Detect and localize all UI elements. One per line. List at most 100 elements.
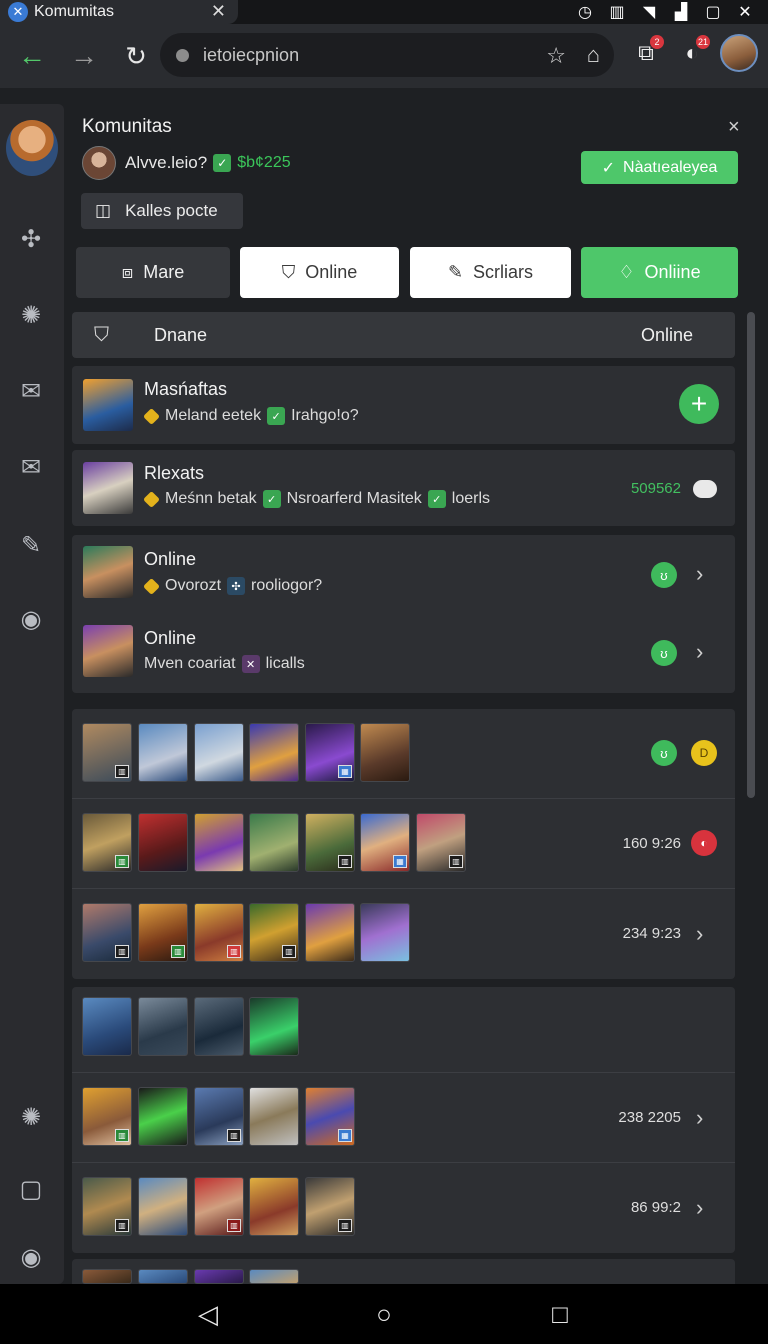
gallery-row[interactable]: ▥ ▥ ▥ 86 99:2 › (72, 1163, 735, 1253)
game-thumbnail[interactable] (249, 997, 299, 1056)
gallery-row[interactable]: ▥ ▥ ▦ 238 2205 › (72, 1073, 735, 1163)
user-info: Alvve.leio? ✓ $b¢225 (82, 146, 291, 180)
game-thumbnail[interactable] (194, 1269, 244, 1284)
game-thumbnail[interactable]: ▦ (360, 813, 410, 872)
profile-avatar[interactable] (720, 34, 758, 72)
tab-onliine[interactable]: ♢ Onliine (581, 247, 738, 298)
game-thumbnail[interactable] (194, 813, 244, 872)
close-icon[interactable]: ✕ (736, 2, 754, 22)
tag-icon: ▦ (338, 765, 352, 778)
back-arrow-icon[interactable]: ← (6, 30, 58, 82)
gallery-row[interactable] (72, 987, 735, 1073)
notifications-icon[interactable]: ◐ 21 (674, 35, 710, 71)
tag-icon[interactable]: ✎ (14, 528, 48, 562)
settings-icon[interactable]: ✺ (14, 1100, 48, 1134)
gear-icon[interactable]: ✺ (14, 298, 48, 332)
gallery-row[interactable]: ▥ ▦ ʊ D (72, 709, 735, 799)
game-thumbnail[interactable] (249, 1177, 299, 1236)
user-avatar[interactable] (82, 146, 116, 180)
friend-card[interactable]: Masńaftas Meland eetek ✓ Irahgo!o? + (72, 366, 735, 444)
tag-icon: ▥ (115, 1219, 129, 1232)
forward-arrow-icon[interactable]: → (58, 30, 110, 82)
tab-scrliars[interactable]: ✎ Scrliars (410, 247, 571, 298)
game-thumbnail[interactable]: ▥ (194, 1087, 244, 1146)
game-thumbnail[interactable] (360, 723, 410, 782)
column-status[interactable]: Online (641, 325, 693, 346)
browser-tab[interactable]: ✕ Komumitas ✕ (0, 0, 238, 24)
chevron-right-icon[interactable]: › (696, 1195, 703, 1221)
chevron-right-icon[interactable]: › (696, 1105, 703, 1131)
game-thumbnail[interactable]: ▥ (82, 723, 132, 782)
cta-button[interactable]: ✓ Nàatıealeyea (581, 151, 738, 184)
community-avatar[interactable] (6, 120, 58, 176)
game-thumbnail[interactable]: ▥ (194, 1177, 244, 1236)
site-info-icon[interactable] (176, 48, 189, 62)
game-thumbnail[interactable] (249, 1087, 299, 1146)
star-icon[interactable]: ☆ (546, 43, 566, 69)
panel-title: Komunitas (82, 116, 172, 137)
chevron-right-icon[interactable]: › (696, 921, 703, 947)
game-thumbnail[interactable] (194, 997, 244, 1056)
home-icon[interactable]: ⌂ (587, 42, 600, 68)
game-thumbnail[interactable]: ▥ (249, 903, 299, 962)
tab-online[interactable]: ⛉ Online (240, 247, 399, 298)
game-thumbnail[interactable] (360, 903, 410, 962)
game-thumbnail[interactable]: ▥ (82, 903, 132, 962)
game-thumbnail[interactable] (138, 997, 188, 1056)
kalles-pocte-button[interactable]: ◫ Kalles pocte (81, 193, 243, 229)
mail-open-icon[interactable]: ✉ (14, 374, 48, 408)
game-thumbnail[interactable] (249, 1269, 299, 1284)
clock-icon[interactable]: ◉ (14, 602, 48, 636)
reload-icon[interactable]: ↻ (110, 30, 162, 82)
game-thumbnail[interactable]: ▥ (194, 903, 244, 962)
column-name[interactable]: Dnane (154, 325, 207, 346)
tab-close-icon[interactable]: ✕ (211, 1, 226, 22)
add-friend-button[interactable]: + (679, 384, 719, 424)
square-icon[interactable]: ▢ (14, 1172, 48, 1206)
game-thumbnail[interactable]: ▥ (138, 903, 188, 962)
tab-mare[interactable]: ⧈ Mare (76, 247, 230, 298)
game-thumbnail[interactable] (82, 997, 132, 1056)
circle-icon[interactable]: ◉ (14, 1240, 48, 1274)
scrollbar[interactable] (747, 312, 755, 798)
game-thumbnail[interactable]: ▦ (305, 723, 355, 782)
nav-back-icon[interactable]: ◁ (188, 1294, 228, 1334)
user-icon: ⛉ (94, 323, 109, 346)
friend-card[interactable]: Rlexats Meśnn betak ✓ Nsroarferd Masitek… (72, 450, 735, 526)
game-thumbnail[interactable] (138, 1087, 188, 1146)
system-icons: ◷ ▥ ◥ ▟ ▢ ✕ (576, 2, 754, 22)
game-thumbnail[interactable] (82, 1269, 132, 1284)
nav-recents-icon[interactable]: □ (540, 1294, 580, 1334)
gallery-row[interactable]: ▥ ▥ ▥ ▥ 234 9:23 › (72, 889, 735, 979)
game-thumbnail[interactable] (138, 1177, 188, 1236)
game-thumbnail[interactable] (138, 813, 188, 872)
status-toggle[interactable] (693, 480, 717, 498)
pencil-icon: ✎ (447, 262, 464, 282)
game-thumbnail[interactable]: ▥ (416, 813, 466, 872)
address-bar[interactable]: ietoiecpnion ☆ ⌂ (160, 33, 614, 77)
tab-onliine-label: Onliine (644, 262, 701, 282)
puzzle-icon[interactable]: ✣ (14, 222, 48, 256)
online-tag: licalls (265, 655, 305, 672)
game-thumbnail[interactable] (194, 723, 244, 782)
online-name: Online (144, 549, 197, 569)
gallery-row[interactable]: ▥ ▥ ▦ ▥ 160 9:26 ◐ (72, 799, 735, 889)
nav-home-icon[interactable]: ○ (364, 1294, 404, 1334)
chevron-right-icon[interactable]: › (696, 561, 703, 587)
mail-icon[interactable]: ✉ (14, 450, 48, 484)
game-thumbnail[interactable] (249, 813, 299, 872)
game-thumbnail[interactable]: ▥ (82, 813, 132, 872)
friend-number: 509562 (630, 480, 681, 497)
game-thumbnail[interactable] (138, 1269, 188, 1284)
game-thumbnail[interactable]: ▥ (305, 1177, 355, 1236)
game-thumbnail[interactable]: ▥ (82, 1177, 132, 1236)
game-thumbnail[interactable]: ▥ (82, 1087, 132, 1146)
tabs-icon[interactable]: ⧉ 2 (628, 35, 664, 71)
game-thumbnail[interactable]: ▦ (305, 1087, 355, 1146)
game-thumbnail[interactable] (249, 723, 299, 782)
panel-close-icon[interactable]: × (728, 116, 740, 139)
game-thumbnail[interactable] (138, 723, 188, 782)
game-thumbnail[interactable]: ▥ (305, 813, 355, 872)
chevron-right-icon[interactable]: › (696, 639, 703, 665)
game-thumbnail[interactable] (305, 903, 355, 962)
